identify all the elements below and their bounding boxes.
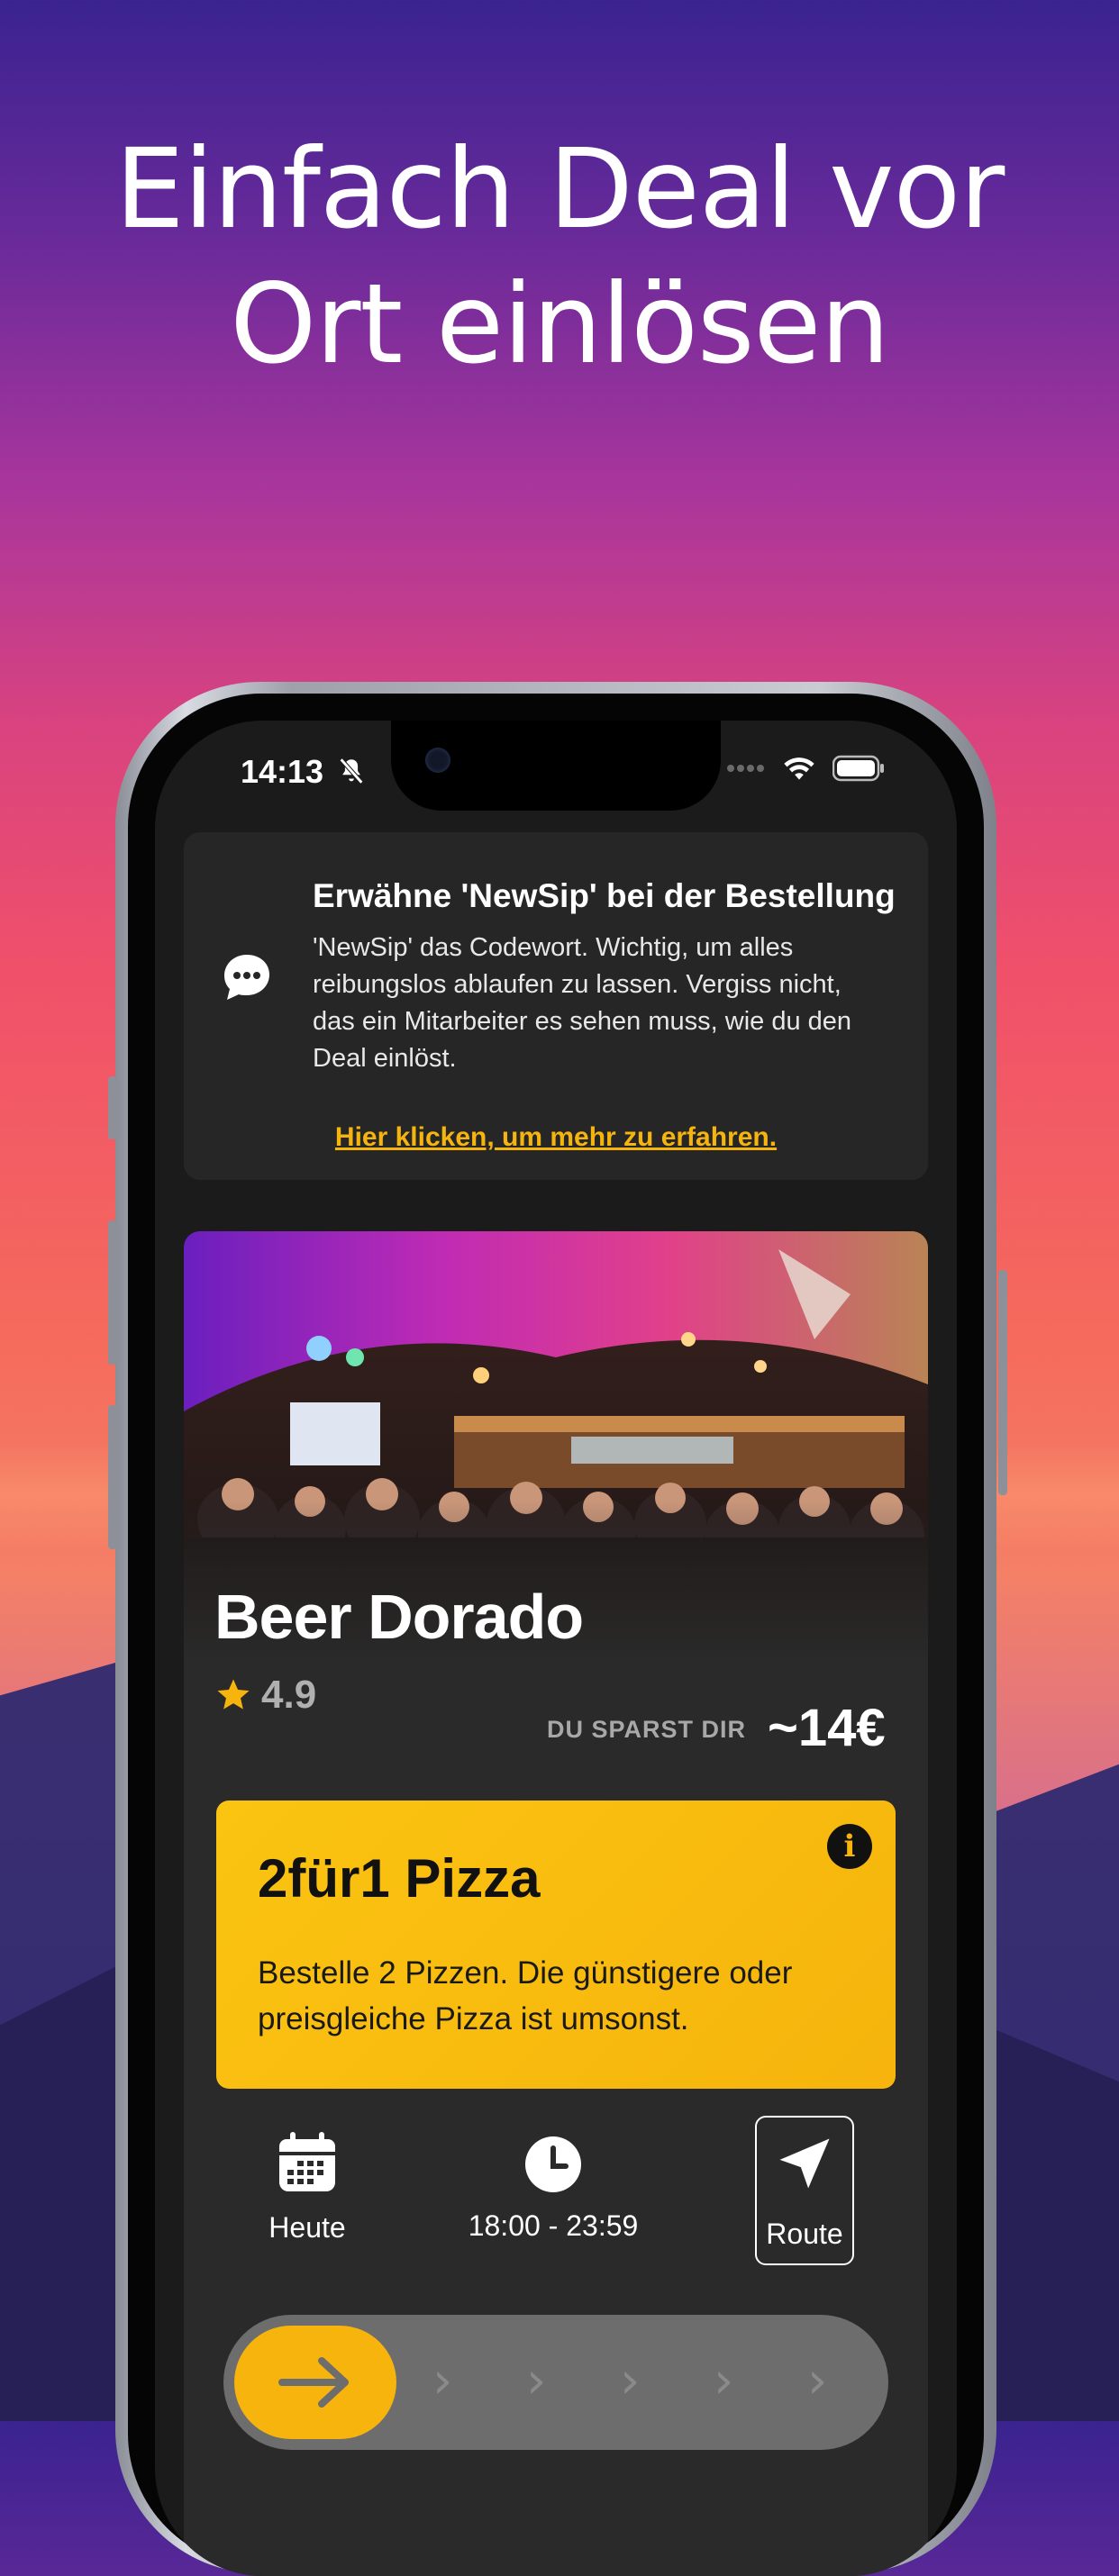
- notice-card: Erwähne 'NewSip' bei der Bestellung 'New…: [184, 832, 928, 1180]
- battery-icon: [832, 755, 884, 782]
- day-label: Heute: [268, 2211, 346, 2244]
- hours-info: 18:00 - 23:59: [427, 2132, 679, 2243]
- chevron-right-icon: ›: [807, 2352, 828, 2410]
- headline: Einfach Deal vor Ort einlösen: [0, 122, 1119, 392]
- headline-line-2: Ort einlösen: [230, 260, 890, 388]
- arrow-right-icon: [278, 2357, 349, 2408]
- rating-value: 4.9: [261, 1673, 317, 1717]
- action-button: [108, 1076, 117, 1139]
- volume-up-button: [108, 1220, 117, 1365]
- navigation-arrow-icon: [779, 2138, 830, 2189]
- camera: [425, 748, 450, 773]
- deal-description: Bestelle 2 Pizzen. Die günstigere oder p…: [258, 1955, 793, 2036]
- route-button[interactable]: Route: [755, 2116, 854, 2265]
- deal-title: 2für1 Pizza: [258, 1848, 541, 1909]
- star-icon: [217, 1679, 250, 1710]
- volume-down-button: [108, 1405, 117, 1549]
- savings-label: DU SPARST DIR: [547, 1716, 747, 1743]
- info-icon[interactable]: i: [827, 1824, 872, 1869]
- venue-name: Beer Dorado: [214, 1582, 584, 1652]
- learn-more-link[interactable]: Hier klicken, um mehr zu erfahren.: [184, 1122, 928, 1153]
- signal-dots-icon: [727, 765, 764, 772]
- clock-icon: [525, 2136, 581, 2192]
- wifi-icon: [784, 757, 814, 780]
- chevron-right-icon: ›: [432, 2352, 453, 2410]
- bell-slash-icon: [339, 757, 364, 785]
- slider-handle[interactable]: [234, 2326, 396, 2439]
- chat-bubble-icon: [224, 955, 269, 1000]
- redeem-slider[interactable]: › › › › ›: [223, 2315, 888, 2450]
- route-label: Route: [766, 2218, 843, 2250]
- power-button: [998, 1270, 1007, 1495]
- headline-line-1: Einfach Deal vor: [114, 125, 1005, 253]
- day-info: Heute: [249, 2132, 366, 2245]
- notice-body: 'NewSip' das Codewort. Wichtig, um alles…: [313, 933, 852, 1073]
- hours-label: 18:00 - 23:59: [468, 2209, 639, 2242]
- status-time: 14:13: [241, 753, 367, 791]
- savings-value: ~14€: [768, 1699, 886, 1757]
- phone-screen: 14:13 Erwähne 'NewSip' bei der Bestellun…: [155, 721, 957, 2576]
- rating: 4.9: [214, 1673, 316, 1718]
- chevron-right-icon: ›: [620, 2352, 641, 2410]
- chevron-right-icon: ›: [526, 2352, 547, 2410]
- calendar-icon: [279, 2132, 335, 2191]
- venue-card[interactable]: Beer Dorado 4.9 DU SPARST DIR ~14€ 2für1…: [184, 1231, 928, 2576]
- notice-title: Erwähne 'NewSip' bei der Bestellung: [313, 877, 896, 914]
- chevron-right-icon: ›: [714, 2352, 734, 2410]
- status-icons: [726, 755, 885, 782]
- deal-card[interactable]: 2für1 Pizza Bestelle 2 Pizzen. Die günst…: [216, 1800, 896, 2089]
